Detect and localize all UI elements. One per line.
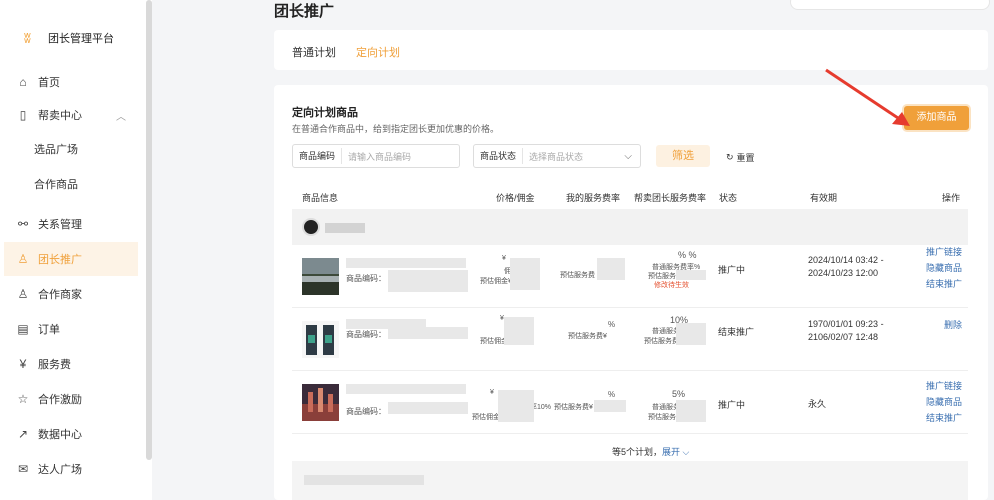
th-my-fee-rate: 我的服务费率: [566, 193, 621, 203]
product-thumbnail: [302, 384, 339, 421]
delete-action[interactable]: 删除: [944, 317, 962, 333]
brand-logo-icon: ʬ: [24, 30, 31, 46]
tab-targeted-plan[interactable]: 定向计划: [356, 44, 400, 60]
section-desc: 在普通合作商品中，给到指定团长更加优惠的价格。: [292, 124, 500, 134]
th-status: 状态: [719, 193, 738, 203]
relation-icon: ⚯: [17, 217, 29, 231]
annotation-arrow-icon: [825, 68, 910, 126]
price: ¥: [490, 389, 494, 396]
brand-name: 团长管理平台: [48, 33, 114, 45]
table-row: 商品编码： ¥ 佣金率 预估佣金¥ 预估服务费 % % 普通服务费率% 预估服务…: [292, 246, 968, 308]
top-user-pill[interactable]: [790, 0, 990, 10]
page-title: 团长推广: [274, 3, 335, 20]
status-badge: 推广中: [718, 265, 746, 275]
product-code-label: 商品编码：: [346, 407, 386, 416]
est-commission: 预估佣金¥: [480, 278, 512, 285]
filter-button[interactable]: 筛选: [656, 145, 710, 167]
period-end: 2106/02/07 12:48: [808, 332, 879, 342]
period-start: 1970/01/01 09:23 -: [808, 319, 884, 329]
hide-product-action[interactable]: 隐藏商品: [926, 260, 962, 276]
main-card: 定向计划商品 在普通合作商品中，给到指定团长更加优惠的价格。 添加商品 商品编码…: [274, 85, 988, 500]
tabs-card: 普通计划 定向计划: [274, 30, 988, 70]
sidebar-item-relations[interactable]: ⚯ 关系管理: [4, 207, 138, 241]
sidebar-item-talent-square[interactable]: ✉ 达人广场: [4, 452, 138, 486]
sidebar-item-coop-products[interactable]: 合作商品: [4, 167, 138, 201]
product-status-select[interactable]: 商品状态 选择商品状态 ⌵: [473, 144, 641, 168]
refresh-icon: ↻: [726, 152, 734, 162]
status-badge: 结束推广: [718, 327, 755, 337]
period-start: 2024/10/14 03:42 -: [808, 255, 884, 265]
reset-button[interactable]: ↻ 重置: [726, 151, 755, 164]
my-fee-rate: %: [608, 320, 616, 329]
brand: ʬ 团长管理平台: [24, 30, 114, 46]
th-actions: 操作: [942, 193, 961, 203]
pending-change-warning: 修改待生效: [654, 282, 689, 289]
my-fee-rate: %: [608, 390, 616, 399]
help-fee-rate: 5%: [672, 389, 686, 399]
product-thumbnail: [302, 258, 339, 295]
my-service-fee: 预估服务费: [560, 272, 595, 279]
chevron-down-icon: ⌵: [624, 150, 632, 162]
product-code-label: 商品编码：: [346, 330, 386, 339]
sidebar-item-incentives[interactable]: ☆ 合作激励: [4, 382, 138, 416]
product-code-label: 商品编码：: [346, 274, 386, 283]
my-service-fee: 预估服务费¥: [568, 333, 607, 340]
sidebar-item-selection-square[interactable]: 选品广场: [4, 132, 138, 166]
yen-icon: ¥: [19, 357, 27, 371]
bag-icon: ▯: [19, 108, 27, 122]
sidebar: ʬ 团长管理平台 ⌂ 首页 ▯ 帮卖中心 ︿ 选品广场 合作商品 ⚯ 关系管理 ♙ 团长…: [0, 0, 152, 500]
price: ¥: [502, 255, 506, 262]
product-thumbnail: [302, 321, 339, 358]
sidebar-item-leader-promo[interactable]: ♙ 团长推广: [4, 242, 138, 276]
th-help-fee-rate: 帮卖团长服务费率: [634, 193, 707, 203]
sidebar-item-home[interactable]: ⌂ 首页: [4, 65, 138, 99]
avatar: [302, 218, 320, 236]
table-row: 商品编码： ¥ % 预估佣金¥ % 预估服务费¥ 10% 普通服务费率 预估服务…: [292, 309, 968, 371]
sidebar-item-service-fee[interactable]: ¥ 服务费: [4, 347, 138, 381]
period-end: 2024/10/23 12:00: [808, 268, 879, 278]
status-badge: 推广中: [718, 400, 746, 410]
trend-icon: ↗: [17, 427, 29, 441]
help-fee-rate: % %: [678, 250, 697, 260]
period-start: 永久: [808, 399, 827, 409]
product-code-label: 商品编码: [293, 148, 343, 164]
end-promo-action[interactable]: 结束推广: [926, 410, 962, 426]
hide-product-action[interactable]: 隐藏商品: [926, 394, 962, 410]
end-promo-action[interactable]: 结束推广: [926, 276, 962, 292]
sidebar-item-orders[interactable]: ▤ 订单: [4, 312, 138, 346]
product-code-input[interactable]: 请输入商品编码: [342, 150, 411, 163]
home-icon: ⌂: [19, 75, 27, 89]
promo-link-action[interactable]: 推广链接: [926, 378, 962, 394]
merchant-name-redacted: [325, 223, 365, 233]
user-plus-icon: ♙: [17, 287, 29, 301]
sidebar-item-help-center[interactable]: ▯ 帮卖中心 ︿: [4, 98, 138, 132]
star-icon: ☆: [17, 392, 29, 406]
chevron-up-icon[interactable]: ︿: [116, 108, 126, 123]
sidebar-item-partners[interactable]: ♙ 合作商家: [4, 277, 138, 311]
product-code-filter[interactable]: 商品编码 请输入商品编码: [292, 144, 460, 168]
mail-icon: ✉: [17, 462, 29, 476]
table-row: 商品编码： ¥ 佣金率10% 预估佣金¥ % 预估服务费¥ 5% 普通服务费率 …: [292, 372, 968, 434]
merchant-name-redacted: [304, 475, 424, 485]
my-service-fee: 预估服务费¥: [554, 404, 593, 411]
merchant-group-row: [292, 209, 968, 245]
sidebar-scrollbar[interactable]: [146, 0, 152, 460]
section-title: 定向计划商品: [292, 107, 358, 119]
product-status-placeholder: 选择商品状态: [529, 151, 584, 162]
expand-link[interactable]: 展开 ⌵: [662, 447, 689, 457]
expand-plans[interactable]: 等5个计划，展开 ⌵: [612, 445, 689, 458]
th-product-info: 商品信息: [302, 193, 339, 203]
th-period: 有效期: [810, 193, 838, 203]
clipboard-icon: ▤: [17, 322, 29, 336]
sidebar-item-data-center[interactable]: ↗ 数据中心: [4, 417, 138, 451]
tab-normal-plan[interactable]: 普通计划: [292, 44, 336, 60]
user-icon: ♙: [17, 252, 29, 266]
promo-link-action[interactable]: 推广链接: [926, 244, 962, 260]
product-status-label: 商品状态: [474, 148, 524, 164]
merchant-group-row: [292, 461, 968, 500]
th-price-commission: 价格/佣金: [496, 193, 535, 203]
